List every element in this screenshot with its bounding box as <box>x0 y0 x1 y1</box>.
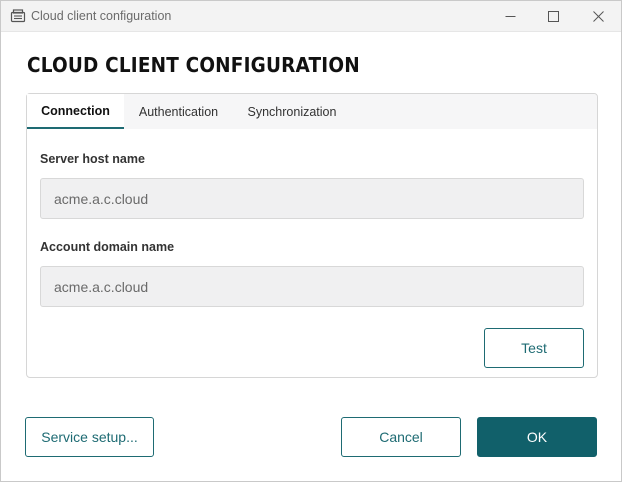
close-icon <box>592 11 604 22</box>
window-title: Cloud client configuration <box>31 9 172 23</box>
maximize-button[interactable] <box>530 1 576 32</box>
test-button[interactable]: Test <box>484 328 584 368</box>
tab-connection[interactable]: Connection <box>27 94 124 129</box>
maximize-icon <box>547 11 559 22</box>
server-host-label: Server host name <box>40 152 145 166</box>
service-setup-button[interactable]: Service setup... <box>25 417 154 457</box>
tab-synchronization[interactable]: Synchronization <box>233 94 351 129</box>
settings-panel: Connection Authentication Synchronizatio… <box>26 93 598 378</box>
minimize-icon <box>505 16 515 17</box>
dialog-window: Cloud client configuration CLOUD CLIENT … <box>0 0 622 482</box>
tab-bar: Connection Authentication Synchronizatio… <box>27 94 597 129</box>
tab-authentication[interactable]: Authentication <box>124 94 233 129</box>
cancel-button[interactable]: Cancel <box>341 417 461 457</box>
title-bar[interactable]: Cloud client configuration <box>1 1 621 32</box>
minimize-button[interactable] <box>487 1 533 32</box>
ok-button[interactable]: OK <box>477 417 597 457</box>
account-domain-input[interactable] <box>40 266 584 307</box>
page-title: CLOUD CLIENT CONFIGURATION <box>27 53 360 77</box>
close-button[interactable] <box>575 1 621 32</box>
server-host-input[interactable] <box>40 178 584 219</box>
account-domain-label: Account domain name <box>40 240 175 254</box>
window-app-icon <box>10 9 26 23</box>
